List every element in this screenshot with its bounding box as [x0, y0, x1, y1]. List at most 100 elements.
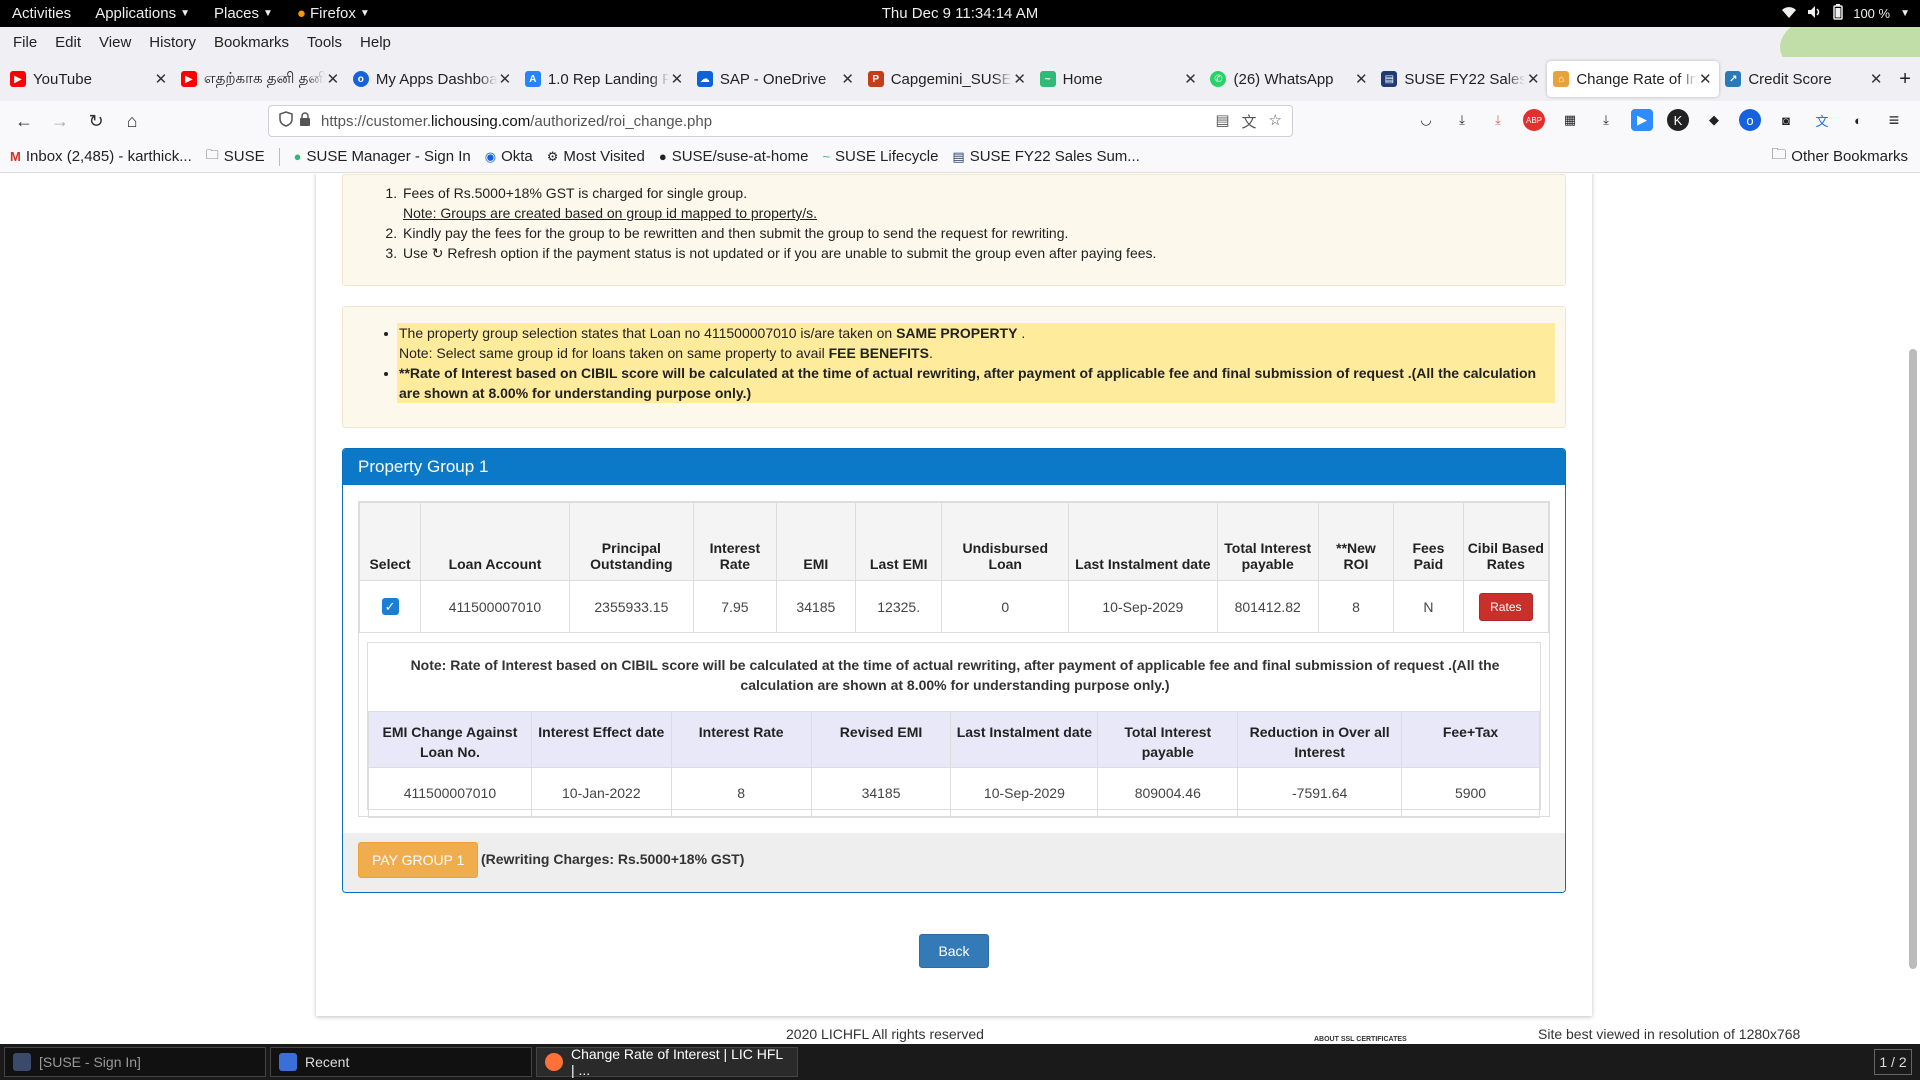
task-label: Recent	[305, 1054, 350, 1070]
tab-label: 1.0 Rep Landing P	[547, 70, 669, 88]
refresh-icon[interactable]: ↻	[432, 245, 444, 261]
bookmark-gmail[interactable]: M Inbox (2,485) - karthick...	[10, 148, 192, 165]
close-icon[interactable]: ✕	[1182, 70, 1198, 88]
adblock-icon[interactable]: ABP	[1523, 109, 1545, 131]
tab-confluence[interactable]: A 1.0 Rep Landing P ✕	[519, 61, 691, 97]
system-status-area[interactable]: 100 % ▼	[1781, 0, 1910, 27]
tab-home[interactable]: ~ Home ✕	[1034, 61, 1205, 97]
task-suse-sign-in[interactable]: [SUSE - Sign In]	[4, 1047, 266, 1077]
column-header: Fees Paid	[1393, 502, 1464, 581]
menu-bookmarks[interactable]: Bookmarks	[205, 34, 298, 51]
column-header: Select	[358, 502, 422, 581]
bookmark-label: Okta	[501, 148, 533, 165]
close-icon[interactable]: ✕	[497, 70, 513, 88]
task-firefox-change-rate[interactable]: Change Rate of Interest | LIC HFL | ...	[536, 1046, 798, 1078]
extension-download-icon[interactable]: ⤓	[1487, 109, 1509, 131]
column-header: Total Interest payable	[1216, 502, 1319, 581]
bookmark-suse-fy22[interactable]: ▤ SUSE FY22 Sales Sum...	[952, 148, 1139, 165]
clock[interactable]: Thu Dec 9 11:34:14 AM	[882, 5, 1038, 22]
hamburger-menu-icon[interactable]: ≡	[1883, 109, 1905, 131]
bookmark-okta[interactable]: ◉ Okta	[485, 148, 533, 165]
property-group-title: Property Group 1	[343, 449, 1565, 485]
ssl-certificates-link[interactable]: ABOUT SSL CERTIFICATES	[1314, 1036, 1407, 1043]
k-extension-icon[interactable]: K	[1667, 109, 1689, 131]
column-header: Fee+Tax	[1401, 711, 1540, 768]
close-icon[interactable]: ✕	[1525, 70, 1541, 88]
page-scrollbar[interactable]	[1909, 349, 1917, 969]
download-icon[interactable]: ⤓	[1451, 109, 1473, 131]
close-icon[interactable]: ✕	[325, 70, 341, 88]
workspace-pager[interactable]: 1 / 2	[1874, 1049, 1912, 1075]
translate-extension-icon[interactable]: 文	[1811, 109, 1833, 131]
new-tab-button[interactable]: +	[1890, 68, 1920, 91]
bookmark-most-visited[interactable]: ⚙ Most Visited	[547, 148, 645, 165]
places-menu[interactable]: Places ▼	[202, 5, 285, 22]
tab-okta-dashboard[interactable]: o My Apps Dashboard ✕	[347, 61, 519, 97]
reader-view-icon[interactable]: ▤	[1215, 111, 1229, 132]
bookmark-separator	[278, 147, 280, 166]
tab-capgemini[interactable]: P Capgemini_SUSE ✕	[862, 61, 1034, 97]
close-icon[interactable]: ✕	[840, 70, 856, 88]
tab-credit-score[interactable]: ↗ Credit Score ✕	[1719, 61, 1890, 97]
menu-tools[interactable]: Tools	[298, 34, 351, 51]
bookmark-github[interactable]: ● SUSE/suse-at-home	[659, 148, 809, 165]
bookmark-folder-suse[interactable]: 🗀 SUSE	[206, 146, 265, 168]
tab-bar: ▶ YouTube ✕ ▶ எதற்காக தனி தனி ✕ o My App…	[0, 57, 1920, 101]
forward-arrow-icon[interactable]: →	[42, 111, 78, 132]
close-icon[interactable]: ✕	[1868, 70, 1884, 88]
close-icon[interactable]: ✕	[1012, 70, 1028, 88]
menu-file[interactable]: File	[4, 34, 46, 51]
other-bookmarks[interactable]: 🗀 Other Bookmarks	[1771, 144, 1908, 169]
home-icon[interactable]: ⌂	[114, 111, 150, 132]
menu-edit[interactable]: Edit	[46, 34, 90, 51]
tab-suse-fy22[interactable]: ▤ SUSE FY22 Sales ✕	[1375, 61, 1547, 97]
tab-change-rate-of-interest[interactable]: ⌂ Change Rate of In ✕	[1547, 61, 1720, 97]
bookmark-suse-lifecycle[interactable]: ~ SUSE Lifecycle	[822, 148, 938, 165]
tab-youtube-tamil[interactable]: ▶ எதற்காக தனி தனி ✕	[175, 61, 347, 97]
okta-extension-icon[interactable]: o	[1739, 109, 1761, 131]
task-recent[interactable]: Recent	[270, 1047, 532, 1077]
undisbursed-cell: 0	[941, 580, 1070, 633]
select-checkbox[interactable]: ✓	[381, 598, 399, 615]
url-bar[interactable]: https://customer.lichousing.com/authoriz…	[268, 105, 1293, 137]
tab-whatsapp[interactable]: ✆ (26) WhatsApp ✕	[1204, 61, 1375, 97]
tab-label: SAP - OneDrive	[719, 70, 827, 88]
shield-icon[interactable]	[279, 111, 293, 131]
pocket-icon[interactable]: ◡	[1415, 109, 1437, 131]
menu-history[interactable]: History	[140, 34, 205, 51]
close-icon[interactable]: ✕	[1697, 70, 1713, 88]
close-icon[interactable]: ✕	[1353, 70, 1369, 88]
tab-youtube[interactable]: ▶ YouTube ✕	[4, 61, 175, 97]
lock-icon[interactable]	[299, 111, 311, 131]
menu-view[interactable]: View	[90, 34, 140, 51]
table-cell: 5900	[1401, 767, 1540, 818]
total-interest-cell: 801412.82	[1216, 580, 1319, 633]
tab-onedrive[interactable]: ☁ SAP - OneDrive ✕	[691, 61, 862, 97]
zoom-icon[interactable]: ▶	[1631, 109, 1653, 131]
edge-icon[interactable]: ◐	[1847, 109, 1869, 131]
extension-puzzle-icon[interactable]: ◆	[1703, 109, 1725, 131]
pay-group-button[interactable]: PAY GROUP 1	[358, 842, 479, 878]
reload-icon[interactable]: ↻	[78, 111, 114, 132]
activities-button[interactable]: Activities	[0, 5, 83, 22]
close-icon[interactable]: ✕	[669, 70, 685, 88]
menu-help[interactable]: Help	[351, 34, 400, 51]
extension-icon[interactable]: ▦	[1559, 109, 1581, 131]
camera-icon[interactable]: ◙	[1775, 109, 1797, 131]
applications-menu[interactable]: Applications ▼	[83, 5, 202, 22]
firefox-app-menu[interactable]: ● Firefox ▼	[285, 5, 382, 22]
translate-icon[interactable]: 文	[1242, 111, 1257, 132]
extension-save-icon[interactable]: ⤓	[1595, 109, 1617, 131]
back-button[interactable]: Back	[919, 934, 989, 968]
rates-button[interactable]: Rates	[1479, 592, 1533, 621]
credit-icon: ↗	[1725, 71, 1742, 87]
tab-label: (26) WhatsApp	[1233, 70, 1334, 88]
bookmark-suse-manager[interactable]: ● SUSE Manager - Sign In	[294, 148, 471, 165]
battery-percentage: 100 %	[1853, 6, 1891, 21]
bookmark-star-icon[interactable]: ☆	[1269, 111, 1282, 132]
back-arrow-icon[interactable]: ←	[6, 111, 42, 132]
tab-label: Change Rate of In	[1576, 70, 1698, 88]
close-icon[interactable]: ✕	[153, 70, 169, 88]
tab-label: Capgemini_SUSE	[890, 70, 1012, 88]
files-icon	[279, 1053, 297, 1071]
